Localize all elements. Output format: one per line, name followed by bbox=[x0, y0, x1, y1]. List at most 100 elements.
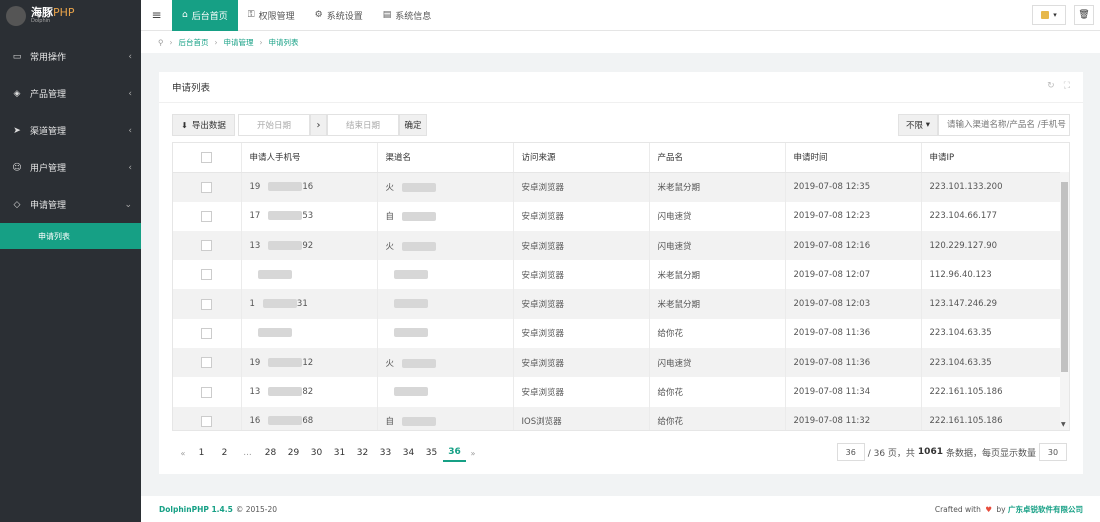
tab-settings[interactable]: ⚙ 系统设置 bbox=[305, 0, 373, 31]
phone-cell: 1 31 bbox=[241, 289, 378, 319]
sidebar-item-common[interactable]: ▭ 常用操作 ‹ bbox=[0, 38, 141, 75]
topbar-actions: ▾ 🗑 bbox=[1032, 5, 1094, 25]
ip-cell: 223.101.133.200 bbox=[921, 172, 1069, 202]
table-row[interactable]: 16 68 自 IOS浏览器 给你花 2019-07-08 11:32 222.161.10… bbox=[173, 406, 1069, 430]
page-button[interactable]: 34 bbox=[397, 444, 420, 462]
breadcrumb-current[interactable]: 申请列表 bbox=[269, 37, 299, 48]
footer: DolphinPHP 1.4.5 © 2015-20 Crafted with … bbox=[141, 496, 1100, 522]
tab-system-info[interactable]: ▤ 系统信息 bbox=[373, 0, 442, 31]
row-checkbox[interactable] bbox=[201, 386, 213, 398]
prev-page-button[interactable]: « bbox=[176, 444, 190, 462]
channel-cell bbox=[377, 289, 514, 319]
scrollbar-thumb[interactable] bbox=[1061, 182, 1068, 372]
ip-cell: 123.147.246.29 bbox=[921, 289, 1069, 319]
menu-toggle-icon[interactable]: ≡ bbox=[141, 8, 172, 22]
tab-permissions[interactable]: ⚿ 权限管理 bbox=[238, 0, 305, 31]
page-button[interactable]: 32 bbox=[351, 444, 374, 462]
phone-cell bbox=[241, 260, 378, 290]
column-header-product[interactable]: 产品名 bbox=[649, 143, 786, 173]
time-cell: 2019-07-08 12:16 bbox=[785, 230, 922, 261]
time-cell: 2019-07-08 12:35 bbox=[785, 172, 922, 202]
next-page-button[interactable]: » bbox=[466, 444, 480, 462]
row-checkbox[interactable] bbox=[201, 298, 213, 310]
column-header-time[interactable]: 申请时间 bbox=[785, 143, 922, 173]
page-button[interactable]: 2 bbox=[213, 444, 236, 462]
column-header-phone[interactable]: 申请人手机号 bbox=[241, 143, 378, 173]
channel-prefix: 火 bbox=[385, 241, 395, 252]
pagination-info: 36 / 36 页，共 1061 条数据，每页显示数量 30 bbox=[834, 443, 1070, 461]
sidebar-item-products[interactable]: ◈ 产品管理 ‹ bbox=[0, 75, 141, 112]
tab-home[interactable]: ⌂ 后台首页 bbox=[172, 0, 238, 31]
brand-name: 海豚PHP bbox=[31, 5, 75, 19]
row-checkbox[interactable] bbox=[201, 269, 213, 281]
page-button[interactable]: 28 bbox=[259, 444, 282, 462]
column-header-ip[interactable]: 申请IP bbox=[921, 143, 1069, 173]
page-button[interactable]: 35 bbox=[420, 444, 443, 462]
footer-brand[interactable]: DolphinPHP 1.4.5 bbox=[159, 505, 233, 514]
trash-icon: 🗑 bbox=[1078, 10, 1090, 20]
sidebar-subitem-application-list[interactable]: 申请列表 bbox=[0, 223, 141, 249]
refresh-icon[interactable]: ↻ bbox=[1047, 81, 1055, 91]
pagination: «1 2... 28 29 30 31 32 33 34 35 36» bbox=[176, 444, 480, 462]
redacted-mask bbox=[268, 182, 303, 192]
clear-cache-button[interactable]: 🗑 bbox=[1074, 5, 1094, 25]
source-cell: 安卓浏览器 bbox=[513, 318, 650, 349]
row-checkbox[interactable] bbox=[201, 181, 213, 193]
select-all-checkbox[interactable] bbox=[201, 151, 213, 163]
start-date-input[interactable]: 开始日期 bbox=[238, 114, 310, 136]
brand[interactable]: 海豚PHP Dolphin bbox=[0, 0, 141, 31]
page-button[interactable]: 36 bbox=[443, 444, 466, 462]
fullscreen-icon[interactable]: ⛶ bbox=[1064, 81, 1070, 91]
column-header-channel[interactable]: 渠道名 bbox=[377, 143, 514, 173]
table-scrollbar[interactable]: ▼ bbox=[1060, 172, 1069, 430]
footer-company-link[interactable]: 广东卓锐软件有限公司 bbox=[1008, 505, 1083, 514]
redacted-mask bbox=[393, 299, 428, 309]
sidebar-item-channels[interactable]: ➤ 渠道管理 ‹ bbox=[0, 112, 141, 149]
row-checkbox[interactable] bbox=[201, 415, 213, 427]
search-input[interactable] bbox=[938, 114, 1070, 136]
table-row[interactable]: 13 82 安卓浏览器 给你花 2019-07-08 11:34 222.161.105.… bbox=[173, 377, 1069, 407]
end-date-input[interactable]: 结束日期 bbox=[327, 114, 399, 136]
table-row[interactable]: 17 53 自安卓浏览器 闪电速贷 2019-07-08 12:23 223.104.66… bbox=[173, 201, 1069, 231]
page-jump-input[interactable]: 36 bbox=[836, 443, 865, 461]
table-row[interactable]: 13 92 火 安卓浏览器 闪电速贷 2019-07-08 12:16 120.229.12… bbox=[173, 230, 1069, 261]
channel-cell: 自 bbox=[377, 406, 514, 430]
page-button[interactable]: 1 bbox=[190, 444, 213, 462]
row-checkbox[interactable] bbox=[201, 327, 213, 339]
user-menu-button[interactable]: ▾ bbox=[1032, 5, 1066, 25]
export-button[interactable]: ⬇ 导出数据 bbox=[172, 114, 235, 136]
ip-cell: 112.96.40.123 bbox=[921, 260, 1069, 290]
row-select-cell bbox=[173, 260, 242, 290]
breadcrumb-applications[interactable]: 申请管理 bbox=[224, 37, 254, 48]
row-select-cell bbox=[173, 406, 242, 430]
sidebar-item-applications[interactable]: ◇ 申请管理 ⌄ bbox=[0, 186, 141, 223]
source-cell: 安卓浏览器 bbox=[513, 201, 650, 231]
source-cell: 安卓浏览器 bbox=[513, 348, 650, 378]
chevron-down-icon: ⌄ bbox=[124, 199, 132, 210]
row-checkbox[interactable] bbox=[201, 240, 213, 252]
page-button[interactable]: 29 bbox=[282, 444, 305, 462]
search-field-select[interactable]: 不限 ▾ bbox=[898, 114, 938, 136]
row-checkbox[interactable] bbox=[201, 357, 213, 369]
per-page-input[interactable]: 30 bbox=[1039, 443, 1067, 461]
breadcrumb-home[interactable]: 后台首页 bbox=[179, 37, 209, 48]
time-cell: 2019-07-08 11:34 bbox=[785, 377, 922, 407]
page-button[interactable]: 31 bbox=[328, 444, 351, 462]
table-row[interactable]: 19 16 火安卓浏览器 米老鼠分期 2019-07-08 12:35 223.101.1… bbox=[173, 172, 1069, 202]
channel-prefix: 火 bbox=[385, 358, 395, 369]
column-header-source[interactable]: 访问来源 bbox=[513, 143, 650, 173]
table-row[interactable]: 安卓浏览器 米老鼠分期 2019-07-08 12:07 112.96.40.123 bbox=[173, 260, 1069, 290]
page-button[interactable]: 33 bbox=[374, 444, 397, 462]
table-row[interactable]: 安卓浏览器 给你花 2019-07-08 11:36 223.104.63.35 bbox=[173, 318, 1069, 349]
phone-prefix: 13 bbox=[249, 387, 261, 398]
row-checkbox[interactable] bbox=[201, 210, 213, 222]
table-row[interactable]: 19 12 火安卓浏览器 闪电速贷 2019-07-08 11:36 223.104.63… bbox=[173, 348, 1069, 378]
channel-cell: 火 bbox=[377, 230, 514, 261]
table-row[interactable]: 1 31 安卓浏览器 米老鼠分期 2019-07-08 12:03 123.147.246… bbox=[173, 289, 1069, 319]
topbar: ≡ ⌂ 后台首页 ⚿ 权限管理 ⚙ 系统设置 ▤ 系统信息 ▾ 🗑 bbox=[141, 0, 1100, 31]
scroll-down-icon[interactable]: ▼ bbox=[1061, 421, 1066, 428]
sidebar-item-label: 用户管理 bbox=[30, 164, 67, 174]
confirm-button[interactable]: 确定 bbox=[399, 114, 427, 136]
sidebar-item-users[interactable]: ☺ 用户管理 ‹ bbox=[0, 149, 141, 186]
page-button[interactable]: 30 bbox=[305, 444, 328, 462]
